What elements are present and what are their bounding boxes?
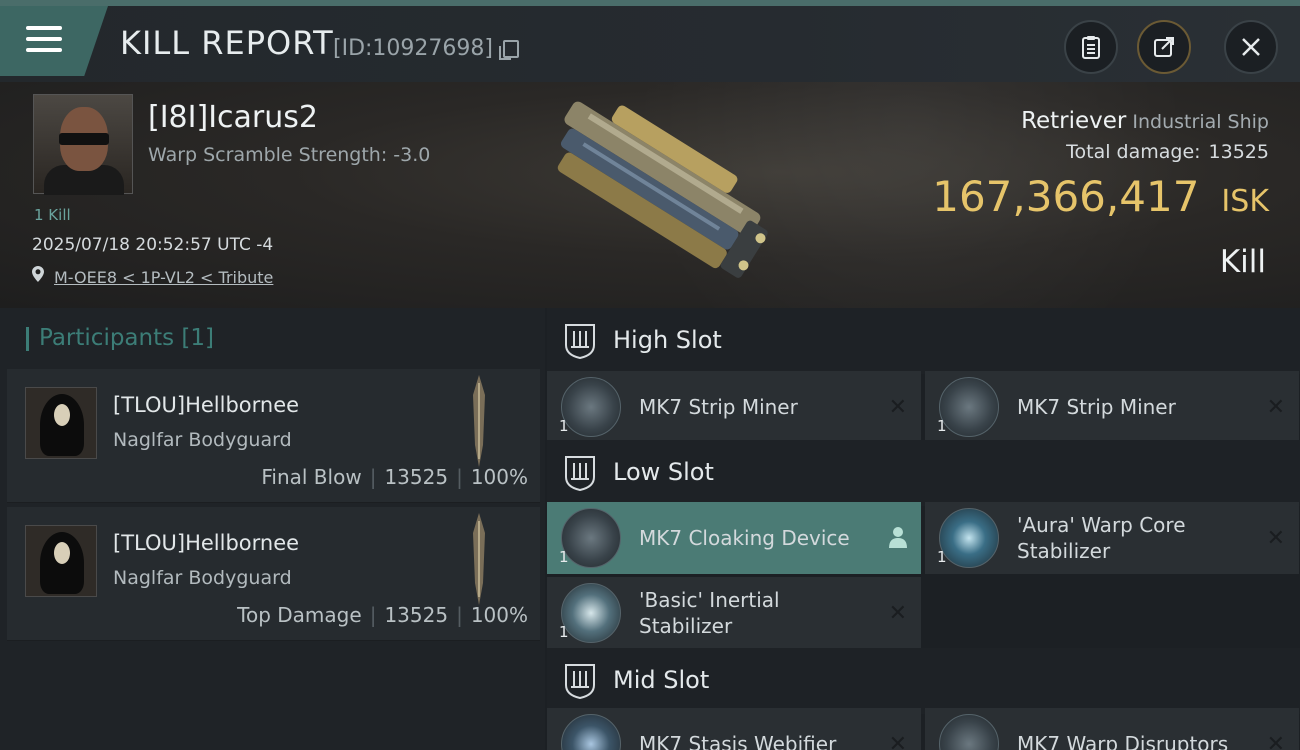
strip-miner-icon <box>561 377 621 437</box>
destroyed-icon: ✕ <box>1266 395 1285 420</box>
total-damage-label: Total damage: <box>1066 141 1201 163</box>
module-name: 'Basic' Inertial Stabilizer <box>639 588 780 638</box>
slot-shield-icon <box>565 324 595 359</box>
slot-shield-icon <box>565 664 595 699</box>
participants-label: Participants <box>39 325 175 351</box>
participant-stats: Final Blow | 13525 | 100% <box>261 465 528 489</box>
participants-count: [1] <box>181 325 215 351</box>
participant-role: Top Damage <box>237 603 362 627</box>
participant-avatar[interactable] <box>25 525 97 597</box>
slot-label: Low Slot <box>613 458 714 486</box>
participant-name[interactable]: [TLOU]Hellbornee <box>113 531 299 555</box>
ship-info: Retriever Industrial Ship <box>1021 108 1269 134</box>
destroyed-icon: ✕ <box>888 601 907 626</box>
participant-ship: Naglfar Bodyguard <box>113 567 292 589</box>
participant-row[interactable]: [TLOU]Hellbornee Naglfar Bodyguard Final… <box>7 369 540 503</box>
clipboard-icon <box>1082 36 1100 59</box>
victim-name[interactable]: [I8I]Icarus2 <box>148 100 318 135</box>
module-item[interactable]: 1 'Aura' Warp Core Stabilizer ✕ <box>925 502 1299 574</box>
participant-percent: 100% <box>470 603 528 627</box>
participant-percent: 100% <box>470 465 528 489</box>
page-title: KILL REPORT <box>120 24 334 62</box>
module-item[interactable]: 1 MK7 Strip Miner ✕ <box>547 371 921 443</box>
module-item[interactable]: 1 MK7 Warp Disruptors ✕ <box>925 708 1299 750</box>
module-item[interactable]: 1 MK7 Stasis Webifier ✕ <box>547 708 921 750</box>
module-qty: 1 <box>937 417 947 435</box>
destroyed-icon: ✕ <box>1266 732 1285 750</box>
total-damage-value: 13525 <box>1208 141 1269 163</box>
victim-avatar[interactable] <box>33 94 133 195</box>
hamburger-icon <box>26 26 62 52</box>
close-icon <box>1242 38 1260 56</box>
low-slot-header: Low Slot <box>547 440 1300 506</box>
module-qty: 1 <box>937 548 947 566</box>
warp-core-stabilizer-icon <box>939 508 999 568</box>
share-icon <box>1154 37 1174 57</box>
kill-report-window: KILL REPORT [ID:10927698] [I8I]Icarus2 W… <box>0 0 1300 750</box>
total-damage: Total damage: 13525 <box>1066 141 1269 163</box>
ship-class: Industrial Ship <box>1132 111 1269 133</box>
participant-name[interactable]: [TLOU]Hellbornee <box>113 393 299 417</box>
participant-ship-icon[interactable] <box>469 375 489 467</box>
warp-disruptor-icon <box>939 714 999 750</box>
module-item[interactable]: 1 MK7 Strip Miner ✕ <box>925 371 1299 443</box>
module-qty: 1 <box>559 623 569 641</box>
report-id: [ID:10927698] <box>333 36 493 61</box>
ship-render <box>557 101 768 278</box>
high-slot-header: High Slot <box>547 308 1300 374</box>
participant-ship-icon[interactable] <box>469 513 489 605</box>
participant-row[interactable]: [TLOU]Hellbornee Naglfar Bodyguard Top D… <box>7 507 540 641</box>
inertial-stabilizer-icon <box>561 583 621 643</box>
copy-icon[interactable] <box>499 40 519 60</box>
location-pin-icon <box>32 266 44 282</box>
cloaking-device-icon <box>561 508 621 568</box>
location-link[interactable]: M-OEE8 < 1P-VL2 < Tribute <box>54 268 273 287</box>
slot-shield-icon <box>565 456 595 491</box>
isk-amount: 167,366,417 <box>932 172 1200 221</box>
participant-stats: Top Damage | 13525 | 100% <box>237 603 528 627</box>
slot-label: Mid Slot <box>613 666 710 694</box>
participant-damage: 13525 <box>384 603 449 627</box>
participant-ship: Naglfar Bodyguard <box>113 429 292 451</box>
isk-unit: ISK <box>1221 184 1269 219</box>
clipboard-button[interactable] <box>1064 20 1118 74</box>
isk-value: 167,366,417 ISK <box>932 172 1269 221</box>
menu-button[interactable] <box>0 6 108 76</box>
kill-datetime: 2025/07/18 20:52:57 UTC -4 <box>32 235 274 255</box>
mid-slot-header: Mid Slot <box>547 648 1300 714</box>
person-icon <box>889 527 907 548</box>
stasis-webifier-icon <box>561 714 621 750</box>
destroyed-icon: ✕ <box>1266 526 1285 551</box>
module-name: MK7 Strip Miner <box>639 395 798 419</box>
participant-damage: 13525 <box>384 465 449 489</box>
kill-count: 1 Kill <box>34 206 71 224</box>
module-item[interactable]: 1 MK7 Cloaking Device <box>547 502 921 574</box>
module-qty: 1 <box>559 548 569 566</box>
module-name: MK7 Stasis Webifier <box>639 732 837 750</box>
module-qty: 1 <box>559 417 569 435</box>
share-button[interactable] <box>1137 20 1191 74</box>
ship-name[interactable]: Retriever <box>1021 108 1126 134</box>
participants-heading: Participants [1] <box>26 325 214 351</box>
kill-result: Kill <box>1219 244 1266 280</box>
destroyed-icon: ✕ <box>888 732 907 750</box>
warp-scramble-strength: Warp Scramble Strength: -3.0 <box>148 144 431 166</box>
module-name: MK7 Warp Disruptors <box>1017 732 1229 750</box>
module-name: MK7 Cloaking Device <box>639 526 850 550</box>
header-bar: KILL REPORT [ID:10927698] <box>0 6 1300 82</box>
module-item[interactable]: 1 'Basic' Inertial Stabilizer ✕ <box>547 577 921 649</box>
participant-role: Final Blow <box>261 465 362 489</box>
module-name: 'Aura' Warp Core Stabilizer <box>1017 513 1186 563</box>
destroyed-icon: ✕ <box>888 395 907 420</box>
participant-avatar[interactable] <box>25 387 97 459</box>
close-button[interactable] <box>1224 20 1278 74</box>
strip-miner-icon <box>939 377 999 437</box>
slot-label: High Slot <box>613 326 722 354</box>
module-name: MK7 Strip Miner <box>1017 395 1176 419</box>
